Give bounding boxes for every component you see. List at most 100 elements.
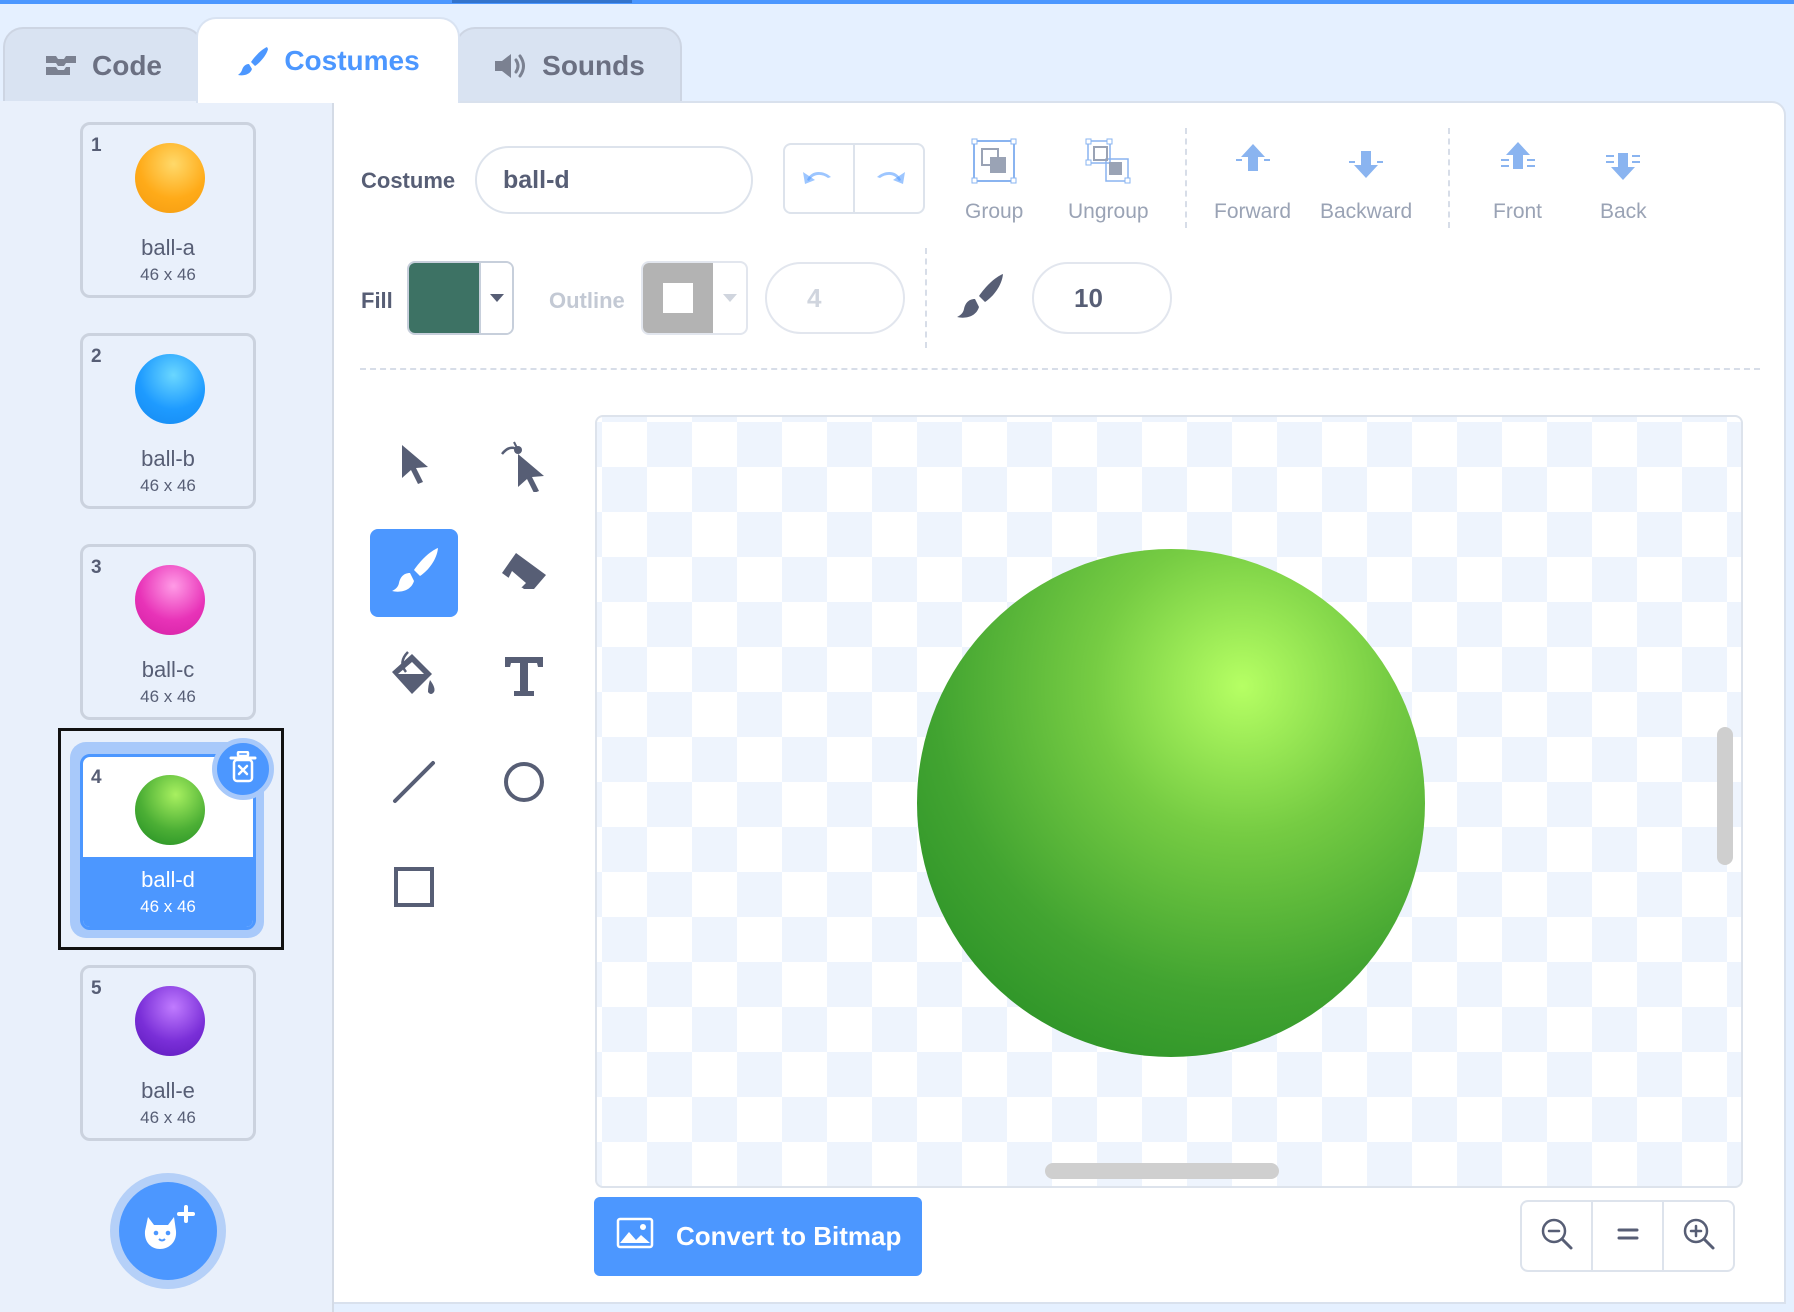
costume-size: 46 x 46 [140,1108,196,1127]
eraser-icon [498,549,550,598]
costume-name: ball-b [141,446,195,471]
costume-name-label: Costume [361,168,456,193]
forward-button[interactable]: Forward [1214,138,1291,224]
vertical-scrollbar[interactable] [1717,727,1733,865]
brush-tool[interactable] [370,529,458,617]
costume-item[interactable]: 2 ball-b 46 x 46 [80,333,256,509]
equals-icon [1617,1226,1639,1247]
costume-size: 46 x 46 [140,476,196,495]
toolbar-divider [1448,128,1450,228]
ungroup-label: Ungroup [1068,200,1149,223]
costume-name: ball-c [141,657,195,682]
text-t-icon [501,653,547,704]
tab-sounds-label: Sounds [542,49,645,81]
circle-icon [501,759,547,810]
undo-icon [801,164,837,193]
tab-sounds[interactable]: Sounds [455,27,682,102]
zoom-controls [1520,1200,1735,1272]
forward-icon [1230,138,1276,190]
eraser-tool[interactable] [480,529,568,617]
costume-item[interactable]: 3 ball-c 46 x 46 [80,544,256,720]
top-bar [0,0,1794,4]
backward-label: Backward [1320,200,1413,223]
horizontal-scrollbar[interactable] [1045,1163,1279,1179]
zoom-in-button[interactable] [1662,1202,1733,1270]
arrow-pointer-icon [394,441,434,492]
circle-tool[interactable] [480,740,568,828]
brush-icon [388,546,440,601]
costume-name: ball-d [141,867,195,892]
costume-thumbnail [135,143,205,213]
redo-button[interactable] [853,145,923,212]
code-blocks-icon [44,53,78,79]
brush-size-input[interactable]: 10 [1032,262,1172,334]
speaker-icon [492,51,528,81]
choose-costume-button[interactable] [110,1173,226,1289]
ungroup-icon [1085,138,1131,190]
fill-tool[interactable] [370,634,458,722]
convert-to-bitmap-button[interactable]: Convert to Bitmap [594,1197,922,1276]
costume-thumbnail [135,565,205,635]
drawing-canvas[interactable] [595,415,1743,1188]
convert-label: Convert to Bitmap [676,1221,902,1251]
outline-color-swatch [643,263,713,333]
tab-costumes-label: Costumes [284,45,420,76]
reshape-tool[interactable] [480,422,568,510]
zoom-reset-button[interactable] [1591,1202,1662,1270]
costume-size: 46 x 46 [140,897,196,916]
outline-color-picker[interactable] [641,261,748,335]
front-button[interactable]: Front [1493,138,1542,224]
tab-costumes[interactable]: Costumes [196,17,460,103]
costume-number: 1 [91,135,102,156]
costume-thumbnail [135,775,205,845]
zoom-in-icon [1682,1217,1716,1256]
costume-thumbnail [135,354,205,424]
ungroup-button[interactable]: Ungroup [1068,138,1149,224]
brush-size-icon [953,272,1005,327]
costume-number: 2 [91,346,102,367]
zoom-out-icon [1540,1217,1574,1256]
costume-name-input[interactable]: ball-d [475,146,753,214]
costume-number: 3 [91,557,102,578]
undo-button[interactable] [785,145,853,212]
group-button[interactable]: Group [965,138,1023,224]
back-icon [1600,138,1646,190]
text-tool[interactable] [480,634,568,722]
top-bar-accent [452,0,632,3]
tab-code-label: Code [92,49,162,81]
rectangle-tool[interactable] [370,845,458,933]
group-icon [971,138,1017,190]
outline-width-input[interactable]: 4 [765,262,905,334]
costume-size: 46 x 46 [140,687,196,706]
line-icon [391,759,437,810]
backward-button[interactable]: Backward [1320,138,1412,224]
paintbrush-icon [236,44,270,78]
rectangle-icon [391,864,437,915]
delete-costume-button[interactable] [212,738,274,800]
costume-item[interactable]: 5 ball-e 46 x 46 [80,965,256,1141]
undo-redo-group [783,143,925,214]
costume-item[interactable]: 1 ball-a 46 x 46 [80,122,256,298]
fill-color-picker[interactable] [407,261,514,335]
line-tool[interactable] [370,740,458,828]
toolbar-divider [925,248,927,348]
back-label: Back [1600,200,1647,223]
select-tool[interactable] [370,422,458,510]
zoom-out-button[interactable] [1522,1202,1591,1270]
toolbar-divider [1185,128,1187,228]
front-icon [1495,138,1541,190]
forward-label: Forward [1214,200,1292,223]
back-button[interactable]: Back [1600,138,1647,224]
reshape-icon [498,436,550,497]
trash-icon [229,750,257,788]
fill-color-swatch [409,263,479,333]
costume-shape-ball[interactable] [917,549,1425,1057]
tab-code[interactable]: Code [3,27,203,102]
costume-name: ball-a [141,235,195,260]
paint-bucket-icon [386,650,442,707]
section-divider [360,368,1760,370]
chevron-down-icon [713,263,746,333]
costume-list: 1 ball-a 46 x 46 2 ball-b 46 x 46 3 ball… [0,101,334,1312]
costume-thumbnail [135,986,205,1056]
costume-name: ball-e [141,1078,195,1103]
